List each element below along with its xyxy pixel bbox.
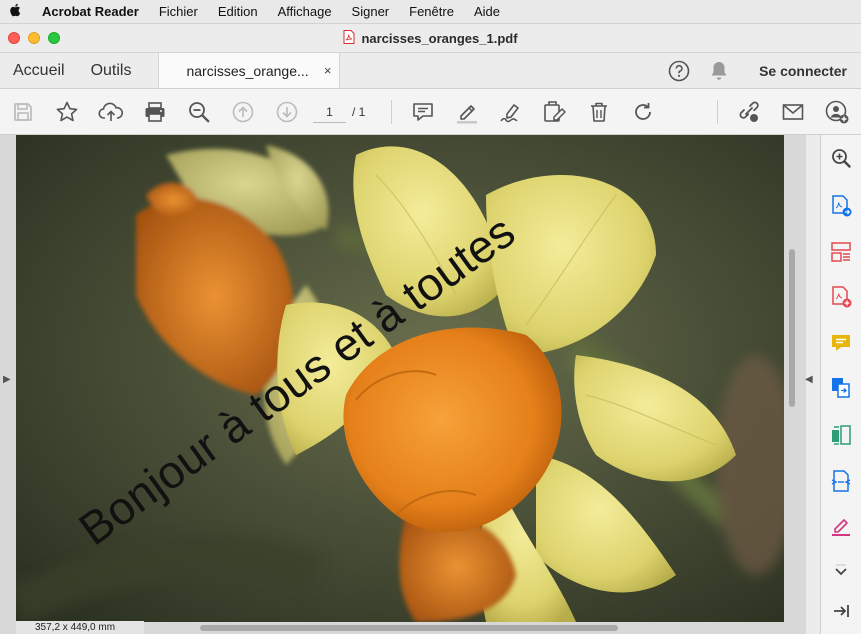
- next-page-icon[interactable]: [274, 99, 300, 125]
- email-icon[interactable]: [780, 99, 806, 125]
- combine-files-icon[interactable]: [829, 376, 853, 400]
- tab-document-label: narcisses_orange...: [186, 62, 309, 79]
- horizontal-scrollbar[interactable]: [200, 625, 618, 631]
- highlight-pen-icon[interactable]: [454, 99, 480, 125]
- tab-accueil[interactable]: Accueil: [0, 53, 78, 88]
- bookmark-star-icon[interactable]: [54, 99, 80, 125]
- menu-affichage[interactable]: Affichage: [268, 4, 342, 19]
- page-number-input[interactable]: 1: [313, 101, 346, 123]
- organize-pages-icon[interactable]: [829, 240, 853, 264]
- vertical-scrollbar[interactable]: [789, 249, 795, 407]
- menu-fichier[interactable]: Fichier: [149, 4, 208, 19]
- menu-signer[interactable]: Signer: [342, 4, 400, 19]
- help-icon[interactable]: [659, 60, 699, 82]
- create-pdf-icon[interactable]: [829, 285, 853, 309]
- enhance-scan-icon[interactable]: [829, 146, 853, 170]
- save-icon[interactable]: [10, 99, 36, 125]
- right-panel-toggle-icon[interactable]: ◀: [805, 374, 813, 385]
- tab-outils[interactable]: Outils: [78, 53, 145, 88]
- rotate-icon[interactable]: [630, 99, 656, 125]
- zoom-window-button[interactable]: [48, 32, 60, 44]
- menu-bar: Acrobat Reader Fichier Edition Affichage…: [0, 0, 861, 24]
- comment-icon[interactable]: [410, 99, 436, 125]
- compare-files-icon[interactable]: [829, 423, 853, 447]
- pdf-file-icon: [343, 29, 355, 47]
- fill-and-sign-icon[interactable]: [829, 514, 853, 538]
- window-controls: [8, 32, 60, 44]
- previous-page-icon[interactable]: [230, 99, 256, 125]
- main-toolbar: [0, 89, 861, 135]
- window-title-text: narcisses_oranges_1.pdf: [361, 30, 518, 46]
- close-tab-icon[interactable]: ×: [324, 63, 332, 78]
- bell-icon[interactable]: [699, 60, 739, 82]
- menu-fenetre[interactable]: Fenêtre: [399, 4, 464, 19]
- toolbar-divider: [391, 100, 392, 124]
- comment-tool-icon[interactable]: [829, 331, 853, 355]
- fill-sign-icon[interactable]: [542, 99, 568, 125]
- menu-edition[interactable]: Edition: [208, 4, 268, 19]
- compress-pdf-icon[interactable]: [829, 469, 853, 493]
- window-title-bar: narcisses_oranges_1.pdf: [0, 24, 861, 53]
- toolbar-divider: [717, 100, 718, 124]
- tab-document[interactable]: narcisses_orange... ×: [158, 53, 341, 88]
- page-size-status: 357,2 x 449,0 mm: [16, 621, 144, 634]
- zoom-out-icon[interactable]: [186, 99, 212, 125]
- menu-aide[interactable]: Aide: [464, 4, 510, 19]
- cloud-upload-icon[interactable]: [98, 99, 124, 125]
- print-icon[interactable]: [142, 99, 168, 125]
- export-pdf-icon[interactable]: [829, 194, 853, 218]
- collapse-panel-icon[interactable]: [829, 599, 853, 623]
- sign-pen-icon[interactable]: [498, 99, 524, 125]
- left-panel-toggle-icon[interactable]: ▶: [3, 374, 11, 385]
- apple-menu-icon[interactable]: [0, 3, 30, 20]
- more-tools-chevron-icon[interactable]: [829, 559, 853, 583]
- minimize-window-button[interactable]: [28, 32, 40, 44]
- share-link-icon[interactable]: [736, 99, 762, 125]
- window-title: narcisses_oranges_1.pdf: [343, 29, 518, 47]
- sign-in-button[interactable]: Se connecter: [739, 63, 861, 79]
- page-total-label: / 1: [352, 105, 366, 119]
- daffodil-photo: Bonjour à tous et à toutes: [16, 135, 784, 622]
- add-user-icon[interactable]: [824, 99, 850, 125]
- menu-app-name[interactable]: Acrobat Reader: [30, 4, 149, 19]
- right-tools-panel: [820, 135, 861, 634]
- delete-trash-icon[interactable]: [586, 99, 612, 125]
- close-window-button[interactable]: [8, 32, 20, 44]
- pdf-page[interactable]: Bonjour à tous et à toutes: [16, 135, 784, 622]
- tab-bar: Accueil Outils narcisses_orange... × Se …: [0, 53, 861, 89]
